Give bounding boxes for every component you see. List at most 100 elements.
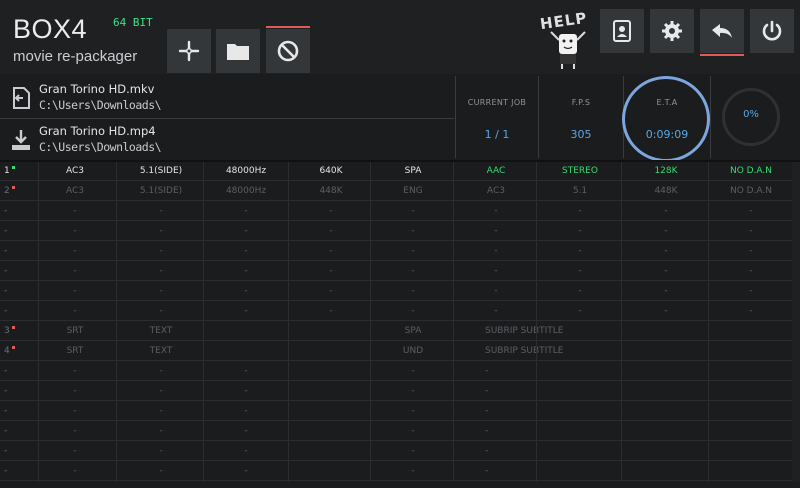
track-row[interactable]: ---------- <box>0 262 792 281</box>
track-cell: AC3 <box>486 186 505 196</box>
track-row[interactable]: 3 SRT TEXT SPA SUBRIP SUBTITLE <box>0 322 792 341</box>
track-index: - <box>4 366 8 376</box>
track-row[interactable]: 1 AC3 5.1(SIDE) 48000Hz 640K SPA AAC STEREO 128K… <box>0 162 792 181</box>
settings-button[interactable] <box>650 9 694 53</box>
column-separator <box>621 162 622 482</box>
track-cell: - <box>411 246 415 256</box>
track-row[interactable]: 4 SRT TEXT UND SUBRIP SUBTITLE <box>0 342 792 361</box>
track-index: - <box>4 206 8 216</box>
track-cell: SUBRIP SUBTITLE <box>485 346 564 356</box>
track-row[interactable]: ------ <box>0 422 792 441</box>
track-row[interactable]: ------ <box>0 402 792 421</box>
cancel-button[interactable] <box>266 26 310 73</box>
target-file[interactable]: Gran Torino HD.mp4 C:\Users\Downloads\ <box>8 120 456 160</box>
track-cell: - <box>749 266 753 276</box>
track-cell: - <box>411 206 415 216</box>
help-mascot[interactable]: HELP <box>539 9 592 70</box>
track-row[interactable]: ------ <box>0 382 792 401</box>
track-cell: - <box>494 246 498 256</box>
open-folder-button[interactable] <box>216 29 260 73</box>
status-dot <box>11 326 15 329</box>
track-cell: - <box>73 406 77 416</box>
track-cell: AAC <box>486 166 506 176</box>
power-icon <box>762 20 782 41</box>
track-cell: - <box>329 246 333 256</box>
undo-button[interactable] <box>700 9 744 56</box>
track-cell: - <box>494 266 498 276</box>
track-cell: - <box>749 286 753 296</box>
track-index: - <box>4 446 8 456</box>
track-cell: - <box>494 286 498 296</box>
track-cell: SPA <box>404 326 422 336</box>
track-cell: - <box>664 286 668 296</box>
track-cell: TEXT <box>149 326 173 336</box>
track-cell: 5.1 <box>572 186 588 196</box>
contacts-button[interactable] <box>600 9 644 53</box>
track-cell: - <box>73 306 77 316</box>
track-row[interactable]: ---------- <box>0 222 792 241</box>
track-row[interactable]: 2 AC3 5.1(SIDE) 48000Hz 448K ENG AC3 5.1 448K NO … <box>0 182 792 201</box>
track-row[interactable]: ------ <box>0 462 792 481</box>
prohibited-icon <box>277 40 299 62</box>
track-cell: - <box>244 266 248 276</box>
track-cell: - <box>664 306 668 316</box>
track-cell: - <box>73 446 77 456</box>
column-separator <box>203 162 204 482</box>
fps-label: F.P.S <box>571 98 591 107</box>
track-cell: - <box>578 306 582 316</box>
track-cell: - <box>244 426 248 436</box>
track-row[interactable]: ---------- <box>0 202 792 221</box>
divider <box>0 118 454 119</box>
power-button[interactable] <box>750 9 794 53</box>
track-cell: - <box>159 446 163 456</box>
track-cell: NO D.A.N <box>729 186 773 196</box>
import-file-icon <box>13 87 30 109</box>
track-cell: - <box>73 206 77 216</box>
track-cell: - <box>244 246 248 256</box>
track-index: 2 <box>4 186 30 196</box>
track-cell: - <box>664 206 668 216</box>
column-separator <box>288 162 289 482</box>
column-separator <box>536 162 537 482</box>
track-index: 4 <box>4 346 30 356</box>
source-file[interactable]: Gran Torino HD.mkv C:\Users\Downloads\ <box>8 78 456 118</box>
track-cell: 640K <box>319 166 343 176</box>
gear-icon <box>662 21 682 41</box>
track-cell: 48000Hz <box>225 186 267 196</box>
track-index: 3 <box>4 326 30 336</box>
header: BOX4 64 BIT movie re-packager HELP <box>0 0 800 74</box>
track-cell: - <box>244 466 248 476</box>
status-dot <box>11 186 15 189</box>
track-cell: SRT <box>66 346 84 356</box>
track-cell: - <box>159 466 163 476</box>
track-cell: - <box>159 246 163 256</box>
track-cell: - <box>578 226 582 236</box>
track-cell: - <box>159 226 163 236</box>
fps-value: 305 <box>570 128 592 141</box>
track-cell: - <box>244 286 248 296</box>
track-cell: - <box>411 386 415 396</box>
add-button[interactable] <box>167 29 211 73</box>
status-dot <box>11 166 15 169</box>
current-job-value: 1 / 1 <box>484 128 510 141</box>
track-cell: - <box>73 226 77 236</box>
track-cell: - <box>411 266 415 276</box>
track-row[interactable]: ---------- <box>0 282 792 301</box>
track-row[interactable]: ---------- <box>0 242 792 261</box>
track-cell: - <box>159 206 163 216</box>
track-cell: - <box>485 466 489 476</box>
track-row[interactable]: ------ <box>0 442 792 461</box>
track-cell: - <box>664 246 668 256</box>
track-cell: - <box>244 306 248 316</box>
scrollbar[interactable] <box>792 162 800 482</box>
track-cell: - <box>578 286 582 296</box>
track-cell: - <box>244 406 248 416</box>
track-cell: - <box>244 366 248 376</box>
track-cell: - <box>159 406 163 416</box>
track-row[interactable]: ------ <box>0 362 792 381</box>
target-file-path: C:\Users\Downloads\ <box>39 140 162 154</box>
app-subtitle: movie re-packager <box>13 48 138 65</box>
track-row[interactable]: ---------- <box>0 302 792 321</box>
track-cell: - <box>244 226 248 236</box>
track-cell: - <box>578 246 582 256</box>
